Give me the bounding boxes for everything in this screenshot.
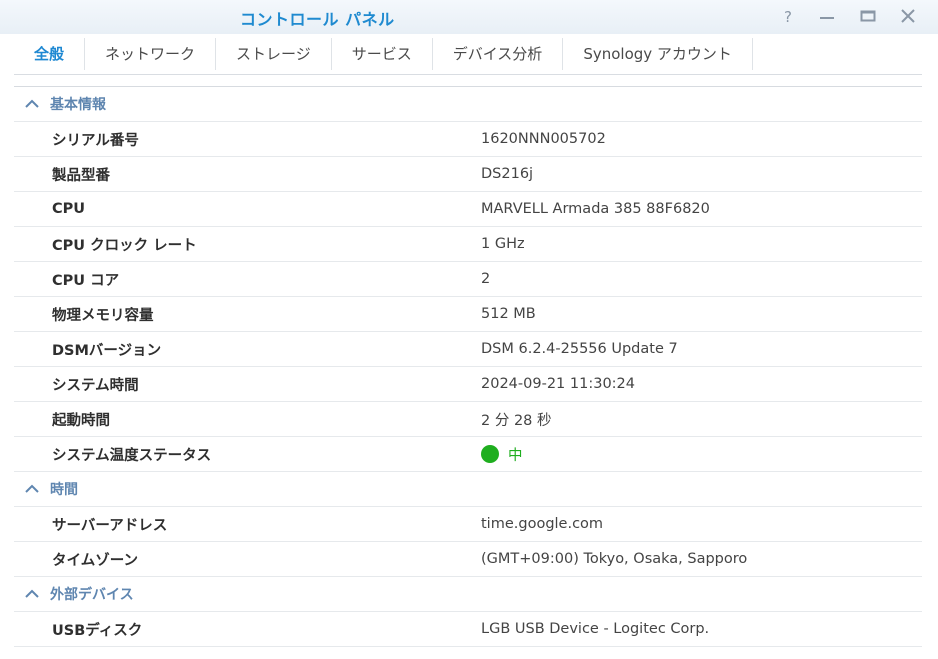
tab-device-analytics[interactable]: デバイス分析 <box>433 38 564 70</box>
info-row-dsm-version: DSMバージョン DSM 6.2.4-25556 Update 7 <box>14 332 922 367</box>
info-row-model: 製品型番 DS216j <box>14 157 922 192</box>
info-row-serial: シリアル番号 1620NNN005702 <box>14 122 922 157</box>
info-value: DSM 6.2.4-25556 Update 7 <box>481 341 678 357</box>
info-value: 1 GHz <box>481 236 525 252</box>
help-button[interactable]: ? <box>778 6 800 26</box>
info-row-system-time: システム時間 2024-09-21 11:30:24 <box>14 367 922 402</box>
svg-text:?: ? <box>784 8 792 24</box>
info-label: 物理メモリ容量 <box>52 307 154 324</box>
info-value: (GMT+09:00) Tokyo, Osaka, Sapporo <box>481 551 748 567</box>
info-value: LGB USB Device - Logitec Corp. <box>481 621 710 637</box>
tab-services[interactable]: サービス <box>332 38 433 70</box>
chevron-up-icon[interactable] <box>14 484 50 494</box>
info-row-timezone: タイムゾーン (GMT+09:00) Tokyo, Osaka, Sapporo <box>14 542 922 577</box>
info-value: 2 分 28 秒 <box>481 412 552 429</box>
section-header-time[interactable]: 時間 <box>14 472 922 507</box>
info-row-uptime: 起動時間 2 分 28 秒 <box>14 402 922 437</box>
info-label: システム温度ステータス <box>52 447 212 464</box>
status-text: 中 <box>508 447 523 464</box>
info-row-cpu-clock: CPU クロック レート 1 GHz <box>14 227 922 262</box>
maximize-icon <box>860 10 876 22</box>
chevron-up-icon[interactable] <box>14 589 50 599</box>
info-panel: 基本情報 シリアル番号 1620NNN005702 製品型番 DS216j CP… <box>14 87 922 647</box>
section-title: 時間 <box>50 482 78 498</box>
tab-synology-account[interactable]: Synology アカウント <box>563 38 753 70</box>
info-value: 512 MB <box>481 306 536 322</box>
info-label: タイムゾーン <box>52 552 138 569</box>
info-row-thermal-status: システム温度ステータス 中 <box>14 437 922 472</box>
info-row-server-address: サーバーアドレス time.google.com <box>14 507 922 542</box>
info-value: MARVELL Armada 385 88F6820 <box>481 201 710 217</box>
info-label: シリアル番号 <box>52 132 139 149</box>
tab-network[interactable]: ネットワーク <box>85 38 217 70</box>
info-label: 起動時間 <box>52 412 110 429</box>
maximize-button[interactable] <box>857 6 879 26</box>
tab-general[interactable]: 全般 <box>14 38 86 70</box>
section-title: 基本情報 <box>50 97 106 113</box>
tab-bar: 全般 ネットワーク ストレージ サービス デバイス分析 Synology アカウ… <box>14 34 922 75</box>
info-label: CPU コア <box>52 272 120 289</box>
info-value: time.google.com <box>481 516 604 532</box>
info-row-cpu: CPU MARVELL Armada 385 88F6820 <box>14 192 922 227</box>
chevron-up-icon[interactable] <box>14 99 50 109</box>
info-label: USBディスク <box>52 622 143 639</box>
close-icon <box>901 9 915 23</box>
info-row-memory: 物理メモリ容量 512 MB <box>14 297 922 332</box>
help-icon: ? <box>784 8 792 24</box>
info-label: CPU <box>52 201 86 217</box>
info-label: CPU クロック レート <box>52 237 197 254</box>
info-value: 2024-09-21 11:30:24 <box>481 376 635 392</box>
tab-storage[interactable]: ストレージ <box>216 38 332 70</box>
info-label: システム時間 <box>52 377 139 394</box>
section-header-external-devices[interactable]: 外部デバイス <box>14 577 922 612</box>
section-title: 外部デバイス <box>50 587 134 603</box>
window-title: コントロール パネル <box>240 10 395 29</box>
minimize-icon <box>820 17 834 19</box>
info-label: 製品型番 <box>52 167 110 184</box>
info-row-cpu-cores: CPU コア 2 <box>14 262 922 297</box>
info-row-usb-disk: USBディスク LGB USB Device - Logitec Corp. <box>14 612 922 647</box>
info-value: 中 <box>481 444 523 465</box>
minimize-button[interactable] <box>816 6 838 26</box>
close-button[interactable] <box>897 6 919 26</box>
status-dot-icon <box>481 445 499 463</box>
title-bar: コントロール パネル ? <box>0 0 938 34</box>
section-header-basic[interactable]: 基本情報 <box>14 87 922 122</box>
info-label: DSMバージョン <box>52 342 162 359</box>
info-value: 2 <box>481 271 491 287</box>
info-value: DS216j <box>481 166 534 182</box>
info-label: サーバーアドレス <box>52 517 168 534</box>
info-value: 1620NNN005702 <box>481 131 606 147</box>
